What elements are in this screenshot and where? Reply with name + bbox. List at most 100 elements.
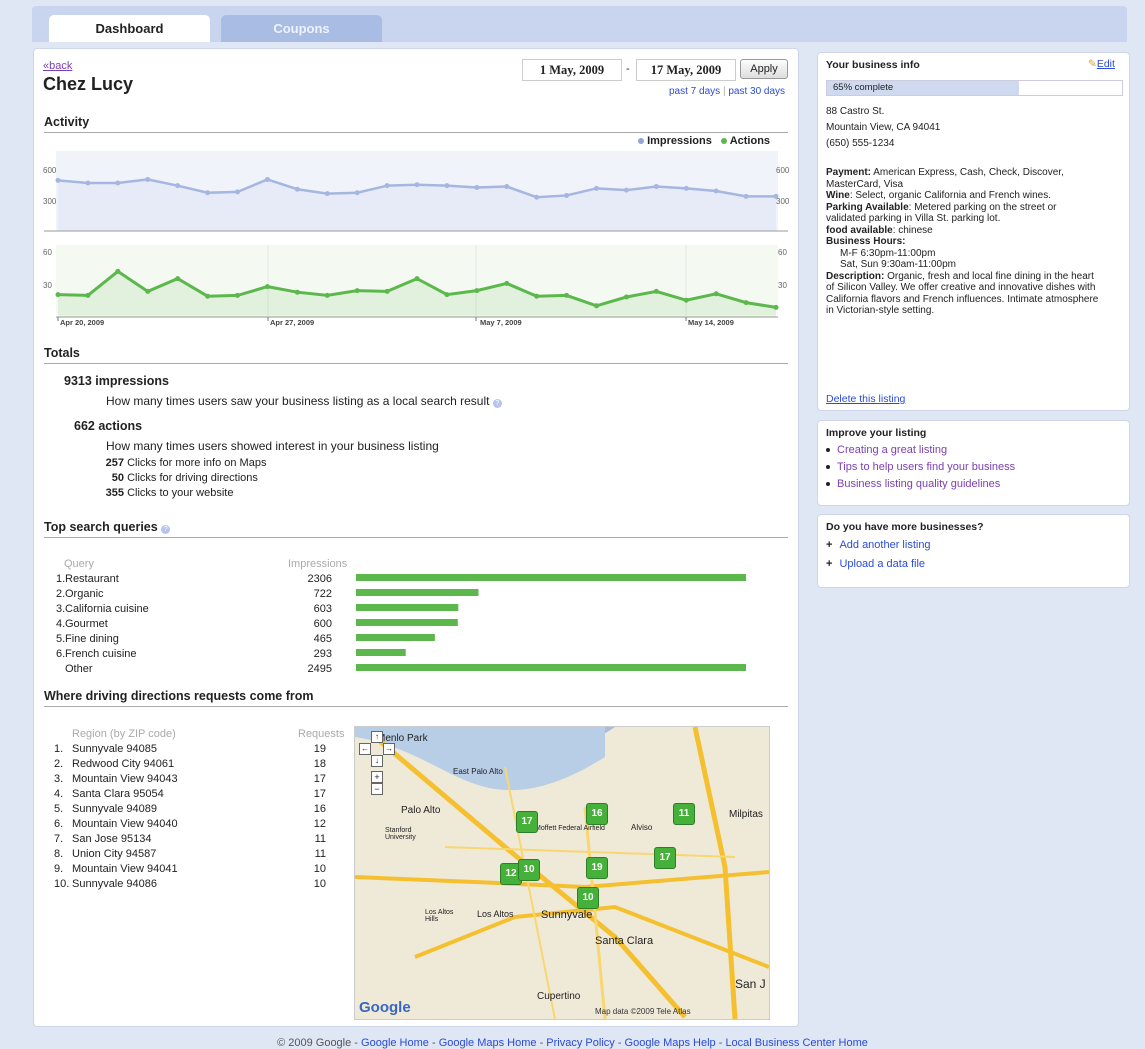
impressions-point[interactable] [713,188,719,194]
actions-ytick-right-mid: 30 [778,281,787,290]
date-to-field[interactable]: 17 May, 2009 [636,59,736,81]
impressions-point[interactable] [145,176,151,182]
actions-point[interactable] [115,268,121,274]
impressions-point[interactable] [594,185,599,191]
impressions-point[interactable] [205,190,211,196]
tab-coupons[interactable]: Coupons [221,15,382,42]
map-marker[interactable]: 10 [518,859,540,881]
query-text: California cuisine [65,603,149,615]
map-marker[interactable]: 17 [516,811,538,833]
impressions-point[interactable] [235,189,240,195]
impressions-point[interactable] [414,182,420,188]
actions-point[interactable] [534,293,540,299]
footer-link[interactable]: Google Maps Home [439,1037,537,1049]
map-marker[interactable]: 10 [577,887,599,909]
pan-left-icon[interactable]: ← [359,743,371,755]
impressions-point[interactable] [474,184,480,190]
impressions-point[interactable] [444,183,450,189]
actions-point[interactable] [294,289,300,295]
actions-point[interactable] [773,304,779,310]
actions-point[interactable] [653,288,659,294]
upload-data-link[interactable]: Upload a data file [839,558,925,570]
back-link[interactable]: «back [43,60,72,72]
map-marker[interactable]: 17 [654,847,676,869]
zoom-in-icon[interactable]: + [371,771,383,783]
pan-up-icon[interactable]: ↑ [371,731,383,743]
actions-point[interactable] [235,292,240,298]
impressions-point[interactable] [294,186,300,192]
impressions-point[interactable] [264,176,270,182]
plus-icon: + [826,539,833,551]
actions-point[interactable] [474,288,480,294]
improve-link[interactable]: Creating a great listing [837,444,947,456]
past-7-days-link[interactable]: past 7 days [669,86,720,97]
improve-link[interactable]: Tips to help users find your business [837,461,1015,473]
map-marker[interactable]: 11 [673,803,695,825]
actions-point[interactable] [683,297,689,303]
map-label: Sunnyvale [541,909,593,921]
actions-point[interactable] [564,292,570,298]
zoom-out-icon[interactable]: − [371,783,383,795]
impressions-point[interactable] [324,191,330,197]
footer-link[interactable]: Google Home [361,1037,429,1049]
improve-item: Creating a great listing [826,444,947,456]
map-marker[interactable]: 16 [586,803,608,825]
xtick-may7: May 7, 2009 [480,318,522,327]
actions-point[interactable] [414,276,420,282]
date-from-field[interactable]: 1 May, 2009 [522,59,622,81]
map-marker[interactable]: 19 [586,857,608,879]
impressions-point[interactable] [384,183,390,189]
actions-point[interactable] [384,288,390,294]
past-30-days-link[interactable]: past 30 days [728,86,785,97]
impressions-point[interactable] [534,194,540,200]
actions-point[interactable] [504,280,510,286]
actions-point[interactable] [594,303,599,309]
more-heading: Do you have more businesses? [826,521,984,533]
actions-point[interactable] [444,292,450,298]
actions-point[interactable] [324,292,330,298]
footer-link[interactable]: Local Business Center Home [725,1037,867,1049]
impressions-point[interactable] [354,190,360,196]
impressions-point[interactable] [773,193,779,199]
actions-point[interactable] [205,293,211,299]
breakdown-count: 257 [105,457,124,469]
impressions-point[interactable] [504,184,510,190]
impressions-point[interactable] [743,193,749,199]
impressions-point[interactable] [115,180,121,186]
delete-listing-link[interactable]: Delete this listing [826,393,905,405]
actions-point[interactable] [55,292,61,298]
actions-point[interactable] [354,288,360,294]
impressions-point[interactable] [653,184,659,190]
footer: © 2009 Google - Google Home - Google Map… [277,1037,868,1049]
impressions-total: 9313 impressions [64,374,169,388]
actions-point[interactable] [623,294,629,300]
footer-link[interactable]: Google Maps Help [625,1037,716,1049]
improve-link[interactable]: Business listing quality guidelines [837,478,1000,490]
pan-right-icon[interactable]: → [383,743,395,755]
impressions-point[interactable] [683,185,689,191]
impressions-point[interactable] [55,177,61,183]
impressions-point[interactable] [175,183,181,189]
actions-point[interactable] [264,284,270,290]
direction-row: 3. Mountain View 94043 17 [54,772,329,787]
tab-dashboard[interactable]: Dashboard [49,15,210,42]
actions-point[interactable] [85,292,91,298]
footer-link[interactable]: Privacy Policy [546,1037,614,1049]
help-icon[interactable]: ? [492,399,502,408]
actions-point[interactable] [175,276,181,282]
help-icon[interactable]: ? [161,525,171,534]
impressions-point[interactable] [623,187,629,193]
map[interactable]: Menlo Park Palo Alto East Palo Alto Stan… [354,726,770,1020]
activity-heading: Activity [44,115,788,133]
query-impressions: 722 [313,588,332,600]
pan-down-icon[interactable]: ↓ [371,755,383,767]
apply-button[interactable]: Apply [740,59,788,79]
impressions-point[interactable] [564,192,570,198]
add-listing-link[interactable]: Add another listing [839,539,930,551]
actions-point[interactable] [145,288,151,294]
xtick-apr27: Apr 27, 2009 [270,318,314,327]
impressions-point[interactable] [85,180,91,186]
actions-point[interactable] [713,291,719,297]
actions-point[interactable] [743,300,749,306]
edit-link[interactable]: Edit [1097,58,1115,70]
